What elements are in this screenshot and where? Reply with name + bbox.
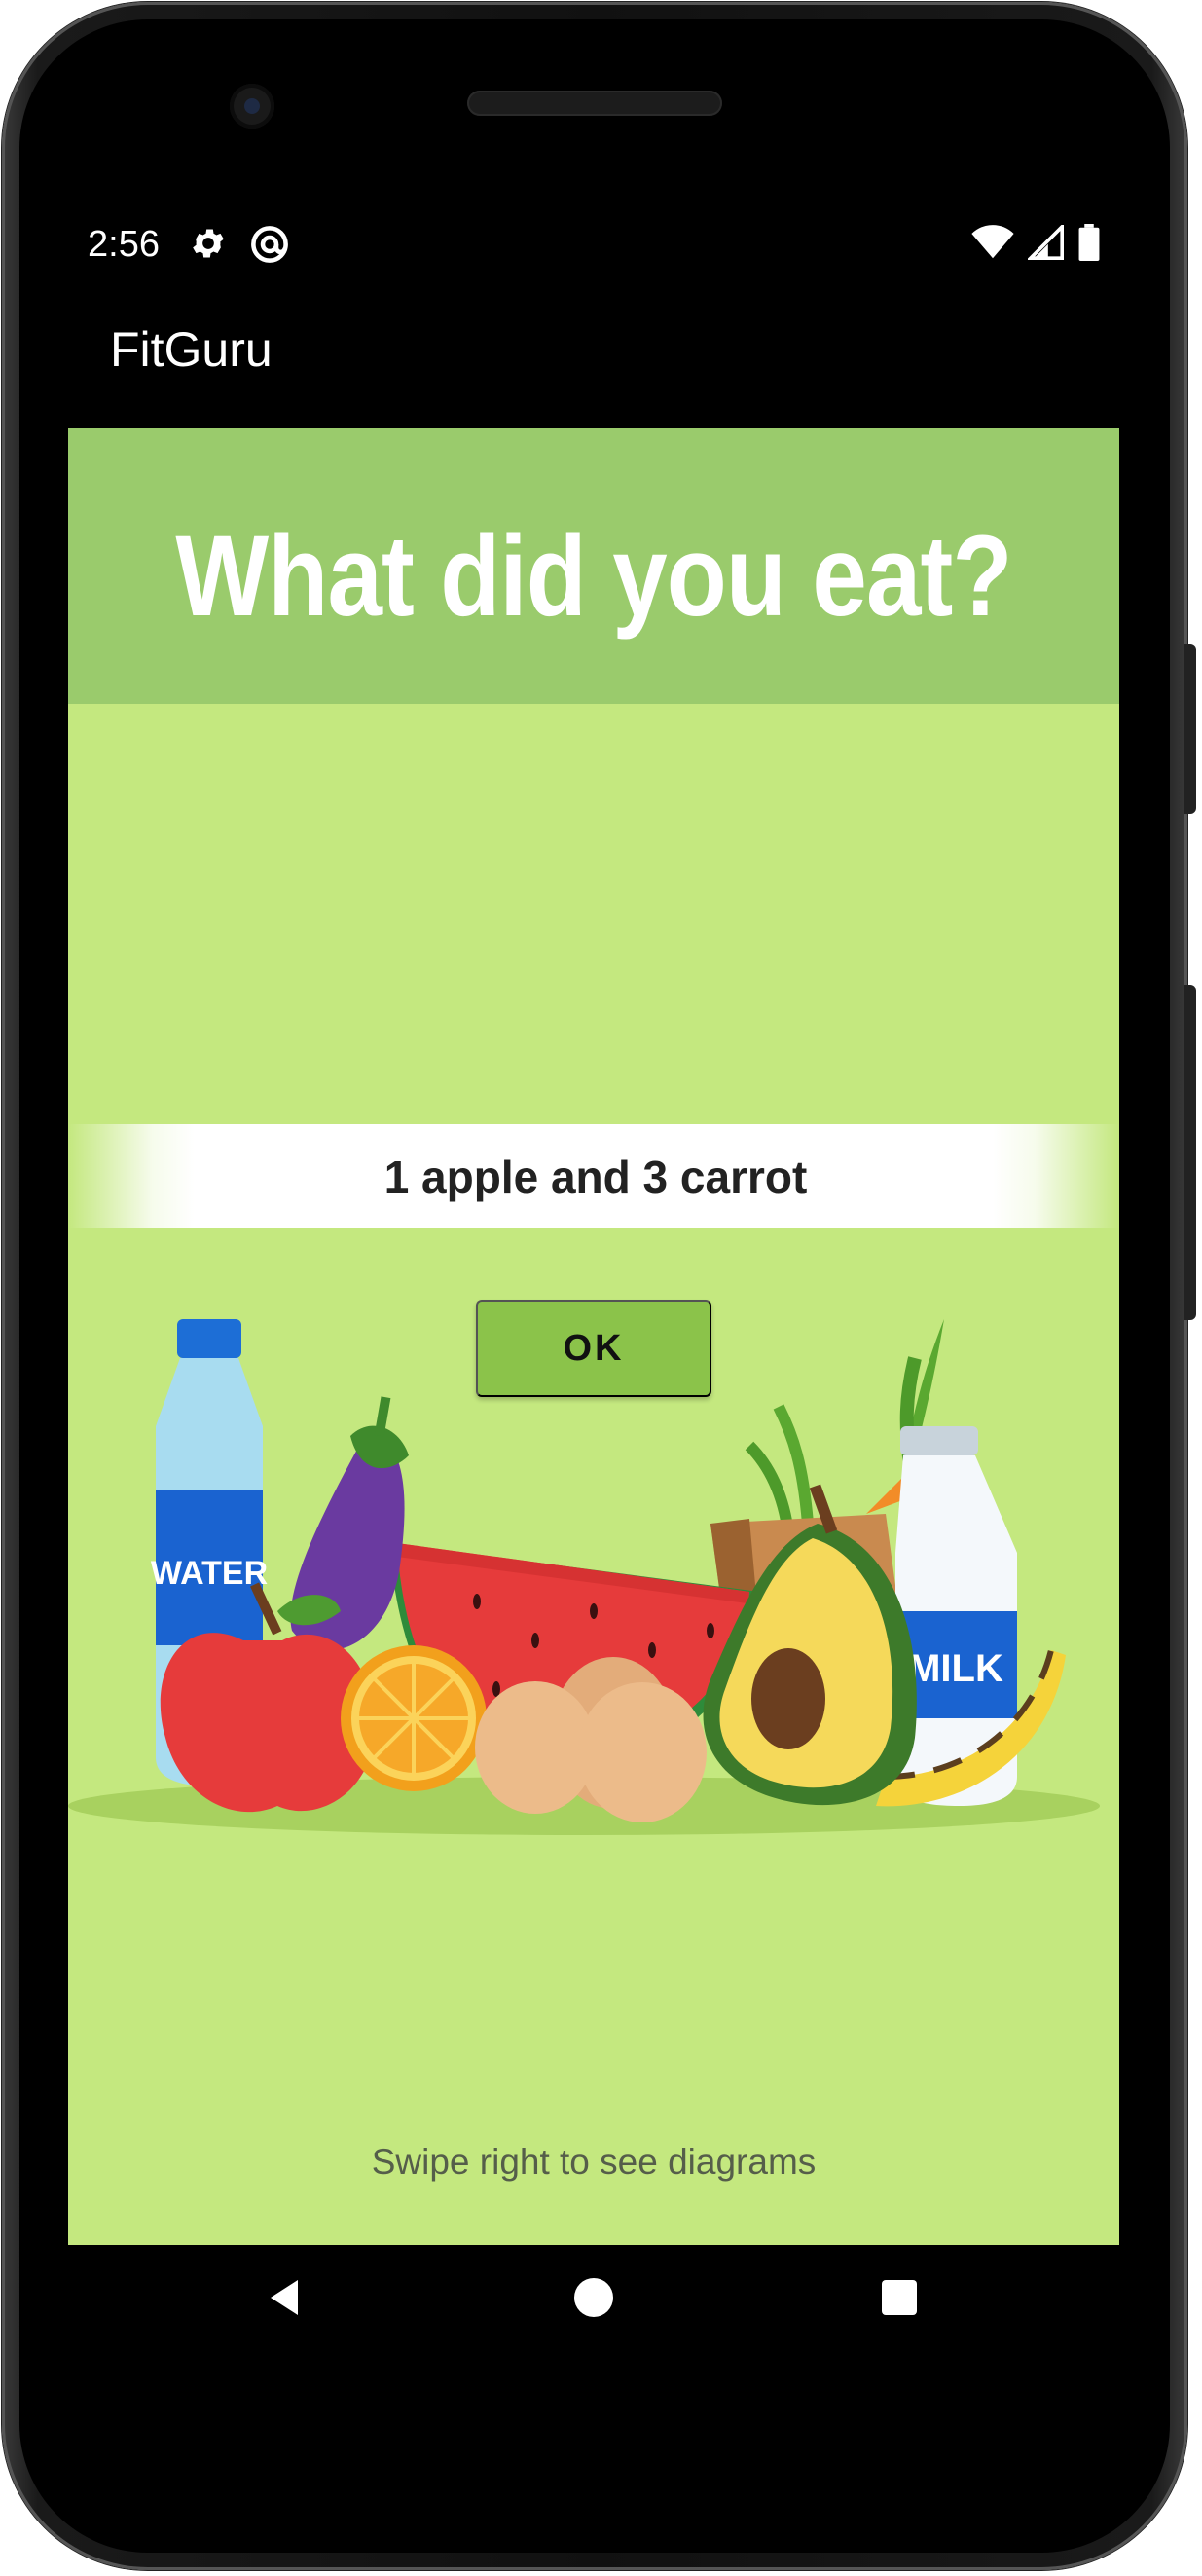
- header-band: What did you eat?: [68, 428, 1119, 704]
- battery-icon: [1078, 224, 1100, 266]
- app-title: FitGuru: [110, 322, 273, 377]
- main-content: What did you eat? 1 apple and 3 carrot W…: [68, 428, 1119, 2245]
- orange-illustration: [341, 1645, 487, 1791]
- milk-label: MILK: [908, 1647, 1003, 1690]
- back-icon[interactable]: [263, 2274, 310, 2326]
- ok-button[interactable]: OK: [476, 1300, 711, 1397]
- at-sign-icon: [249, 224, 290, 270]
- food-input[interactable]: [68, 1124, 1119, 1230]
- status-time: 2:56: [88, 224, 160, 265]
- signal-icon: [1026, 222, 1065, 265]
- recents-icon[interactable]: [876, 2274, 923, 2326]
- food-input-container: [68, 1124, 1119, 1230]
- water-label: WATER: [151, 1555, 268, 1592]
- power-button: [1184, 644, 1196, 814]
- volume-button: [1184, 985, 1196, 1320]
- gear-icon: [189, 224, 228, 270]
- home-icon[interactable]: [570, 2274, 617, 2326]
- navigation-bar: [68, 2245, 1119, 2375]
- page-title: What did you eat?: [175, 512, 1012, 641]
- earpiece-speaker: [467, 91, 722, 116]
- wifi-icon: [971, 225, 1014, 265]
- food-illustration: WATER MILK: [68, 1319, 1100, 1835]
- status-bar: 2:56: [68, 216, 1100, 275]
- swipe-hint: Swipe right to see diagrams: [371, 2142, 817, 2182]
- front-camera: [230, 84, 274, 129]
